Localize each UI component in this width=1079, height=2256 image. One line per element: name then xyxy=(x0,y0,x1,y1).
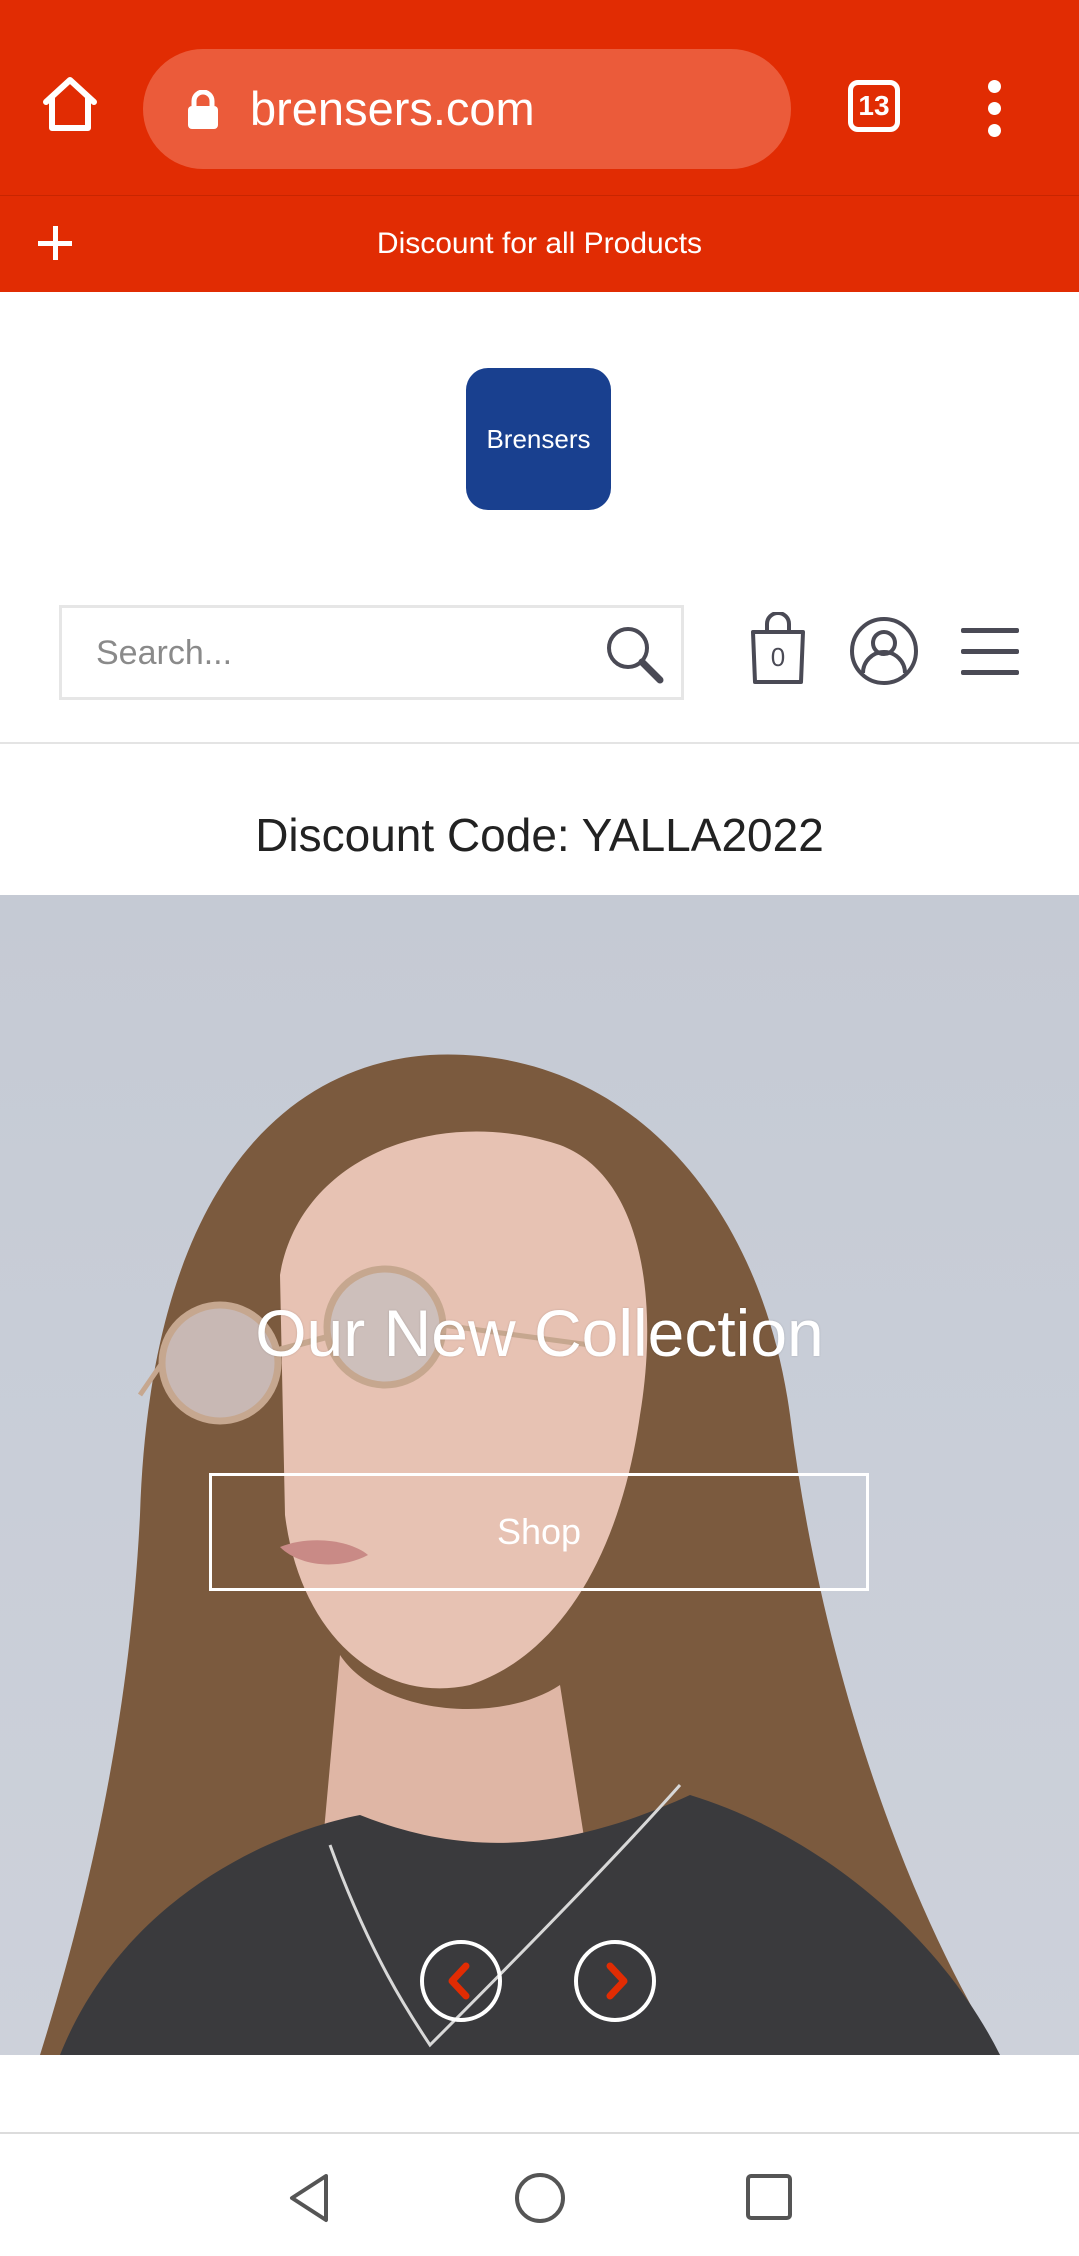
plus-icon[interactable] xyxy=(36,224,76,264)
discount-code-text: Discount Code: YALLA2022 xyxy=(255,809,824,861)
header-divider xyxy=(0,742,1079,744)
shop-button[interactable]: Shop xyxy=(209,1473,869,1591)
brand-logo[interactable]: Brensers xyxy=(466,368,611,510)
recent-apps-icon[interactable] xyxy=(742,2170,798,2226)
slider-next-button[interactable] xyxy=(574,1940,656,2022)
search-input[interactable] xyxy=(94,608,618,699)
tab-switcher-button[interactable]: 13 xyxy=(848,80,900,132)
chevron-right-icon xyxy=(606,1962,628,2000)
announcement-bar: Discount for all Products xyxy=(0,195,1079,292)
lock-icon xyxy=(188,90,218,129)
hamburger-icon[interactable] xyxy=(961,628,1021,676)
hero-title: Our New Collection xyxy=(255,1296,824,1370)
shopping-bag-icon[interactable]: 0 xyxy=(745,611,811,688)
back-icon[interactable] xyxy=(282,2170,338,2226)
account-icon[interactable] xyxy=(848,615,920,687)
more-vert-icon[interactable] xyxy=(980,80,1010,137)
browser-toolbar: brensers.com 13 xyxy=(0,0,1079,195)
search-box xyxy=(59,605,684,700)
home-circle-icon[interactable] xyxy=(512,2170,568,2226)
address-bar[interactable]: brensers.com xyxy=(143,49,791,169)
home-icon[interactable] xyxy=(38,72,102,136)
url-text: brensers.com xyxy=(250,82,535,135)
hero-banner: Our New Collection Shop xyxy=(0,895,1079,2055)
search-icon[interactable] xyxy=(602,622,666,686)
announcement-text: Discount for all Products xyxy=(376,227,703,260)
cart-count: 0 xyxy=(770,642,786,672)
slider-prev-button[interactable] xyxy=(420,1940,502,2022)
system-navigation-bar xyxy=(0,2134,1079,2256)
chevron-left-icon xyxy=(448,1962,470,2000)
